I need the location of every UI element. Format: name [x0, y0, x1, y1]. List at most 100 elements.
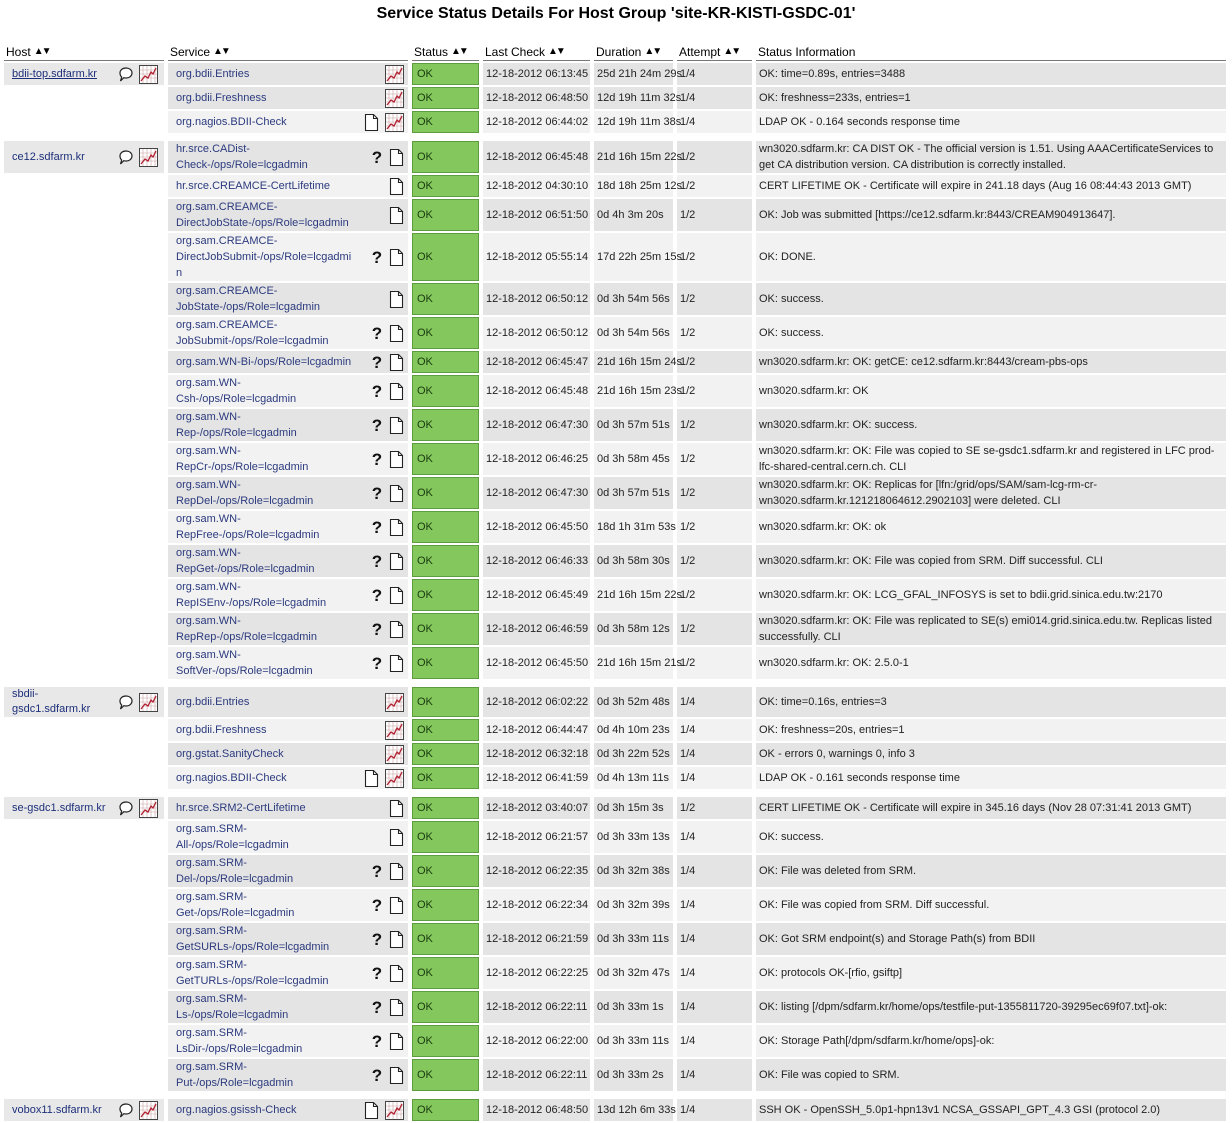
service-link[interactable]: org.sam.WN-RepDel-/ops/Role=lcgadmin — [168, 477, 356, 509]
comment-icon[interactable] — [116, 148, 135, 167]
sort-arrows-icon[interactable]: ▲▼ — [34, 46, 52, 57]
notes-document-icon[interactable] — [364, 1101, 379, 1120]
notes-document-icon[interactable] — [389, 484, 404, 503]
help-question-icon[interactable]: ? — [371, 1032, 383, 1051]
service-link[interactable]: hr.srce.CREAMCE-CertLifetime — [168, 178, 330, 194]
service-link[interactable]: org.sam.WN-RepCr-/ops/Role=lcgadmin — [168, 443, 356, 475]
service-link[interactable]: org.sam.WN-SoftVer-/ops/Role=lcgadmin — [168, 647, 356, 679]
notes-document-icon[interactable] — [389, 148, 404, 167]
notes-document-icon[interactable] — [389, 896, 404, 915]
help-question-icon[interactable]: ? — [371, 450, 383, 469]
help-question-icon[interactable]: ? — [371, 654, 383, 673]
service-link[interactable]: org.nagios.BDII-Check — [168, 770, 287, 786]
sort-arrows-icon[interactable]: ▲▼ — [723, 46, 741, 57]
service-link[interactable]: org.sam.WN-RepISEnv-/ops/Role=lcgadmin — [168, 579, 356, 611]
help-question-icon[interactable]: ? — [371, 896, 383, 915]
service-link[interactable]: org.sam.CREAMCE-JobState-/ops/Role=lcgad… — [168, 283, 356, 315]
notes-document-icon[interactable] — [389, 248, 404, 267]
service-link[interactable]: org.sam.WN-RepFree-/ops/Role=lcgadmin — [168, 511, 356, 543]
performance-graph-icon[interactable] — [385, 744, 404, 764]
performance-graph-icon[interactable] — [385, 1100, 404, 1120]
service-link[interactable]: org.sam.WN-Csh-/ops/Role=lcgadmin — [168, 375, 356, 407]
service-link[interactable]: org.sam.CREAMCE-DirectJobSubmit-/ops/Rol… — [168, 233, 356, 281]
comment-icon[interactable] — [116, 693, 135, 712]
performance-graph-icon[interactable] — [139, 64, 158, 84]
performance-graph-icon[interactable] — [139, 798, 158, 818]
service-link[interactable]: org.bdii.Freshness — [168, 722, 267, 738]
service-link[interactable]: org.sam.WN-RepGet-/ops/Role=lcgadmin — [168, 545, 356, 577]
performance-graph-icon[interactable] — [385, 768, 404, 788]
performance-graph-icon[interactable] — [139, 692, 158, 712]
notes-document-icon[interactable] — [389, 998, 404, 1017]
notes-document-icon[interactable] — [389, 552, 404, 571]
notes-document-icon[interactable] — [389, 930, 404, 949]
host-link[interactable]: vobox11.sdfarm.kr — [12, 1103, 102, 1118]
notes-document-icon[interactable] — [389, 1032, 404, 1051]
service-link[interactable]: org.sam.WN-RepRep-/ops/Role=lcgadmin — [168, 613, 356, 645]
service-link[interactable]: org.sam.SRM-All-/ops/Role=lcgadmin — [168, 821, 356, 853]
performance-graph-icon[interactable] — [139, 1100, 158, 1120]
notes-document-icon[interactable] — [389, 177, 404, 196]
service-link[interactable]: org.sam.SRM-Put-/ops/Role=lcgadmin — [168, 1059, 356, 1091]
service-link[interactable]: org.bdii.Freshness — [168, 90, 267, 106]
help-question-icon[interactable]: ? — [371, 964, 383, 983]
notes-document-icon[interactable] — [389, 206, 404, 225]
notes-document-icon[interactable] — [389, 1066, 404, 1085]
performance-graph-icon[interactable] — [385, 692, 404, 712]
notes-document-icon[interactable] — [389, 353, 404, 372]
host-link[interactable]: bdii-top.sdfarm.kr — [12, 67, 97, 82]
performance-graph-icon[interactable] — [385, 64, 404, 84]
service-link[interactable]: org.sam.SRM-GetTURLs-/ops/Role=lcgadmin — [168, 957, 356, 989]
service-link[interactable]: org.gstat.SanityCheck — [168, 746, 284, 762]
service-link[interactable]: org.nagios.BDII-Check — [168, 114, 287, 130]
notes-document-icon[interactable] — [389, 290, 404, 309]
sort-arrows-icon[interactable]: ▲▼ — [451, 46, 469, 57]
sort-arrows-icon[interactable]: ▲▼ — [548, 46, 566, 57]
service-link[interactable]: org.sam.SRM-Del-/ops/Role=lcgadmin — [168, 855, 356, 887]
performance-graph-icon[interactable] — [385, 720, 404, 740]
service-link[interactable]: org.sam.CREAMCE-JobSubmit-/ops/Role=lcga… — [168, 317, 356, 349]
notes-document-icon[interactable] — [364, 113, 379, 132]
notes-document-icon[interactable] — [389, 828, 404, 847]
sort-arrows-icon[interactable]: ▲▼ — [644, 46, 662, 57]
notes-document-icon[interactable] — [389, 586, 404, 605]
service-link[interactable]: hr.srce.CADist-Check-/ops/Role=lcgadmin — [168, 141, 356, 173]
notes-document-icon[interactable] — [389, 654, 404, 673]
performance-graph-icon[interactable] — [385, 88, 404, 108]
help-question-icon[interactable]: ? — [371, 324, 383, 343]
help-question-icon[interactable]: ? — [371, 248, 383, 267]
notes-document-icon[interactable] — [364, 769, 379, 788]
help-question-icon[interactable]: ? — [371, 416, 383, 435]
help-question-icon[interactable]: ? — [371, 353, 383, 372]
help-question-icon[interactable]: ? — [371, 620, 383, 639]
service-link[interactable]: org.sam.CREAMCE-DirectJobState-/ops/Role… — [168, 199, 356, 231]
service-link[interactable]: org.bdii.Entries — [168, 66, 249, 82]
service-link[interactable]: hr.srce.SRM2-CertLifetime — [168, 800, 306, 816]
notes-document-icon[interactable] — [389, 324, 404, 343]
help-question-icon[interactable]: ? — [371, 552, 383, 571]
notes-document-icon[interactable] — [389, 799, 404, 818]
service-link[interactable]: org.sam.WN-Rep-/ops/Role=lcgadmin — [168, 409, 356, 441]
service-link[interactable]: org.sam.WN-Bi-/ops/Role=lcgadmin — [168, 354, 351, 370]
sort-arrows-icon[interactable]: ▲▼ — [213, 46, 231, 57]
host-link[interactable]: ce12.sdfarm.kr — [12, 150, 85, 165]
help-question-icon[interactable]: ? — [371, 1066, 383, 1085]
service-link[interactable]: org.sam.SRM-GetSURLs-/ops/Role=lcgadmin — [168, 923, 356, 955]
notes-document-icon[interactable] — [389, 620, 404, 639]
notes-document-icon[interactable] — [389, 382, 404, 401]
host-link[interactable]: se-gsdc1.sdfarm.kr — [12, 801, 106, 816]
help-question-icon[interactable]: ? — [371, 518, 383, 537]
comment-icon[interactable] — [116, 65, 135, 84]
performance-graph-icon[interactable] — [139, 147, 158, 167]
notes-document-icon[interactable] — [389, 416, 404, 435]
notes-document-icon[interactable] — [389, 862, 404, 881]
notes-document-icon[interactable] — [389, 964, 404, 983]
help-question-icon[interactable]: ? — [371, 862, 383, 881]
help-question-icon[interactable]: ? — [371, 148, 383, 167]
performance-graph-icon[interactable] — [385, 112, 404, 132]
service-link[interactable]: org.sam.SRM-LsDir-/ops/Role=lcgadmin — [168, 1025, 356, 1057]
service-link[interactable]: org.sam.SRM-Ls-/ops/Role=lcgadmin — [168, 991, 356, 1023]
notes-document-icon[interactable] — [389, 450, 404, 469]
help-question-icon[interactable]: ? — [371, 586, 383, 605]
comment-icon[interactable] — [116, 799, 135, 818]
